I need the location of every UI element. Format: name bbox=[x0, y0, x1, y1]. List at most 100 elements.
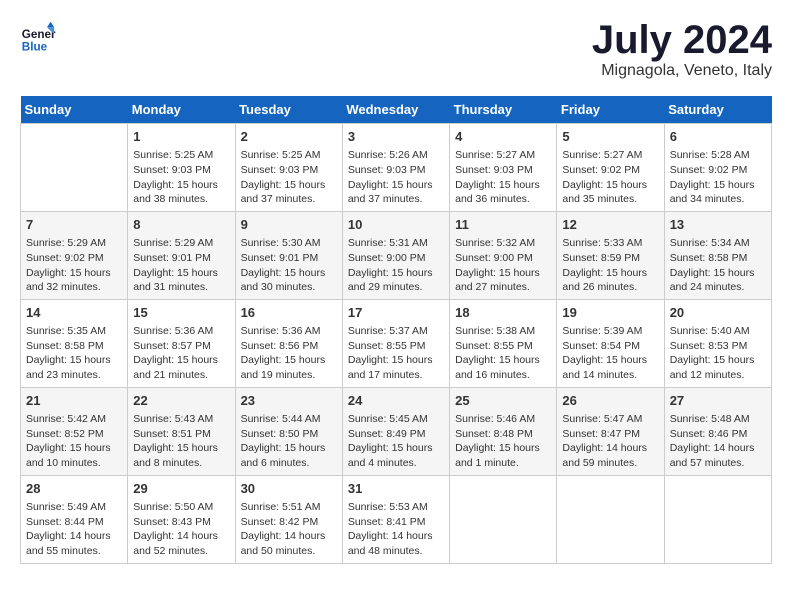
day-cell: 20 Sunrise: 5:40 AM Sunset: 8:53 PM Dayli… bbox=[664, 299, 771, 387]
column-header-saturday: Saturday bbox=[664, 96, 771, 124]
day-cell bbox=[557, 475, 664, 563]
week-row-2: 7 Sunrise: 5:29 AM Sunset: 9:02 PM Daylig… bbox=[21, 211, 772, 299]
day-info: Sunrise: 5:38 AM Sunset: 8:55 PM Dayligh… bbox=[455, 324, 551, 383]
day-number: 26 bbox=[562, 392, 658, 410]
day-cell: 6 Sunrise: 5:28 AM Sunset: 9:02 PM Daylig… bbox=[664, 124, 771, 212]
day-number: 9 bbox=[241, 216, 337, 234]
day-number: 6 bbox=[670, 128, 766, 146]
day-cell: 3Sunrise: 5:26 AM Sunset: 9:03 PM Daylig… bbox=[342, 124, 449, 212]
day-info: Sunrise: 5:40 AM Sunset: 8:53 PM Dayligh… bbox=[670, 324, 766, 383]
day-number: 11 bbox=[455, 216, 551, 234]
day-cell: 24Sunrise: 5:45 AM Sunset: 8:49 PM Dayli… bbox=[342, 387, 449, 475]
day-info: Sunrise: 5:51 AM Sunset: 8:42 PM Dayligh… bbox=[241, 500, 337, 559]
day-info: Sunrise: 5:27 AM Sunset: 9:03 PM Dayligh… bbox=[455, 148, 551, 207]
day-info: Sunrise: 5:34 AM Sunset: 8:58 PM Dayligh… bbox=[670, 236, 766, 295]
header: General Blue July 2024 Mignagola, Veneto… bbox=[20, 20, 772, 80]
day-info: Sunrise: 5:36 AM Sunset: 8:56 PM Dayligh… bbox=[241, 324, 337, 383]
day-number: 13 bbox=[670, 216, 766, 234]
week-row-4: 21Sunrise: 5:42 AM Sunset: 8:52 PM Dayli… bbox=[21, 387, 772, 475]
day-cell: 23 Sunrise: 5:44 AM Sunset: 8:50 PM Dayli… bbox=[235, 387, 342, 475]
day-number: 4 bbox=[455, 128, 551, 146]
day-info: Sunrise: 5:28 AM Sunset: 9:02 PM Dayligh… bbox=[670, 148, 766, 207]
column-header-wednesday: Wednesday bbox=[342, 96, 449, 124]
day-number: 16 bbox=[241, 304, 337, 322]
day-info: Sunrise: 5:36 AM Sunset: 8:57 PM Dayligh… bbox=[133, 324, 229, 383]
location-title: Mignagola, Veneto, Italy bbox=[592, 62, 772, 80]
day-number: 29 bbox=[133, 480, 229, 498]
day-info: Sunrise: 5:43 AM Sunset: 8:51 PM Dayligh… bbox=[133, 412, 229, 471]
day-cell: 28Sunrise: 5:49 AM Sunset: 8:44 PM Dayli… bbox=[21, 475, 128, 563]
day-cell: 16 Sunrise: 5:36 AM Sunset: 8:56 PM Dayli… bbox=[235, 299, 342, 387]
day-info: Sunrise: 5:45 AM Sunset: 8:49 PM Dayligh… bbox=[348, 412, 444, 471]
day-number: 18 bbox=[455, 304, 551, 322]
day-info: Sunrise: 5:33 AM Sunset: 8:59 PM Dayligh… bbox=[562, 236, 658, 295]
logo: General Blue bbox=[20, 20, 56, 56]
day-number: 21 bbox=[26, 392, 122, 410]
day-number: 2 bbox=[241, 128, 337, 146]
day-number: 3 bbox=[348, 128, 444, 146]
column-header-thursday: Thursday bbox=[450, 96, 557, 124]
day-cell: 5Sunrise: 5:27 AM Sunset: 9:02 PM Daylig… bbox=[557, 124, 664, 212]
day-info: Sunrise: 5:53 AM Sunset: 8:41 PM Dayligh… bbox=[348, 500, 444, 559]
day-number: 31 bbox=[348, 480, 444, 498]
column-header-monday: Monday bbox=[128, 96, 235, 124]
day-info: Sunrise: 5:48 AM Sunset: 8:46 PM Dayligh… bbox=[670, 412, 766, 471]
day-info: Sunrise: 5:25 AM Sunset: 9:03 PM Dayligh… bbox=[241, 148, 337, 207]
day-cell: 12 Sunrise: 5:33 AM Sunset: 8:59 PM Dayli… bbox=[557, 211, 664, 299]
day-number: 23 bbox=[241, 392, 337, 410]
header-row: SundayMondayTuesdayWednesdayThursdayFrid… bbox=[21, 96, 772, 124]
day-cell: 4 Sunrise: 5:27 AM Sunset: 9:03 PM Daylig… bbox=[450, 124, 557, 212]
day-cell: 7 Sunrise: 5:29 AM Sunset: 9:02 PM Daylig… bbox=[21, 211, 128, 299]
day-cell: 22 Sunrise: 5:43 AM Sunset: 8:51 PM Dayli… bbox=[128, 387, 235, 475]
day-cell: 19Sunrise: 5:39 AM Sunset: 8:54 PM Dayli… bbox=[557, 299, 664, 387]
day-number: 17 bbox=[348, 304, 444, 322]
day-info: Sunrise: 5:29 AM Sunset: 9:02 PM Dayligh… bbox=[26, 236, 122, 295]
calendar-table: SundayMondayTuesdayWednesdayThursdayFrid… bbox=[20, 96, 772, 564]
day-number: 12 bbox=[562, 216, 658, 234]
day-cell bbox=[21, 124, 128, 212]
day-cell: 17Sunrise: 5:37 AM Sunset: 8:55 PM Dayli… bbox=[342, 299, 449, 387]
day-number: 7 bbox=[26, 216, 122, 234]
day-number: 8 bbox=[133, 216, 229, 234]
month-title: July 2024 bbox=[592, 20, 772, 60]
day-cell: 10 Sunrise: 5:31 AM Sunset: 9:00 PM Dayli… bbox=[342, 211, 449, 299]
day-cell: 18 Sunrise: 5:38 AM Sunset: 8:55 PM Dayli… bbox=[450, 299, 557, 387]
day-info: Sunrise: 5:25 AM Sunset: 9:03 PM Dayligh… bbox=[133, 148, 229, 207]
svg-text:Blue: Blue bbox=[22, 41, 48, 54]
day-info: Sunrise: 5:44 AM Sunset: 8:50 PM Dayligh… bbox=[241, 412, 337, 471]
column-header-friday: Friday bbox=[557, 96, 664, 124]
title-area: July 2024 Mignagola, Veneto, Italy bbox=[592, 20, 772, 80]
day-cell: 1 Sunrise: 5:25 AM Sunset: 9:03 PM Daylig… bbox=[128, 124, 235, 212]
day-cell: 25 Sunrise: 5:46 AM Sunset: 8:48 PM Dayli… bbox=[450, 387, 557, 475]
day-info: Sunrise: 5:29 AM Sunset: 9:01 PM Dayligh… bbox=[133, 236, 229, 295]
day-number: 5 bbox=[562, 128, 658, 146]
column-header-tuesday: Tuesday bbox=[235, 96, 342, 124]
day-cell: 21Sunrise: 5:42 AM Sunset: 8:52 PM Dayli… bbox=[21, 387, 128, 475]
day-cell: 8 Sunrise: 5:29 AM Sunset: 9:01 PM Daylig… bbox=[128, 211, 235, 299]
day-number: 25 bbox=[455, 392, 551, 410]
day-info: Sunrise: 5:47 AM Sunset: 8:47 PM Dayligh… bbox=[562, 412, 658, 471]
day-number: 22 bbox=[133, 392, 229, 410]
day-number: 15 bbox=[133, 304, 229, 322]
day-cell: 26 Sunrise: 5:47 AM Sunset: 8:47 PM Dayli… bbox=[557, 387, 664, 475]
day-cell: 27 Sunrise: 5:48 AM Sunset: 8:46 PM Dayli… bbox=[664, 387, 771, 475]
day-cell: 13 Sunrise: 5:34 AM Sunset: 8:58 PM Dayli… bbox=[664, 211, 771, 299]
day-cell bbox=[664, 475, 771, 563]
day-number: 19 bbox=[562, 304, 658, 322]
day-number: 20 bbox=[670, 304, 766, 322]
day-info: Sunrise: 5:50 AM Sunset: 8:43 PM Dayligh… bbox=[133, 500, 229, 559]
day-number: 27 bbox=[670, 392, 766, 410]
day-cell: 9 Sunrise: 5:30 AM Sunset: 9:01 PM Daylig… bbox=[235, 211, 342, 299]
day-cell: 30 Sunrise: 5:51 AM Sunset: 8:42 PM Dayli… bbox=[235, 475, 342, 563]
day-info: Sunrise: 5:31 AM Sunset: 9:00 PM Dayligh… bbox=[348, 236, 444, 295]
day-number: 30 bbox=[241, 480, 337, 498]
day-info: Sunrise: 5:46 AM Sunset: 8:48 PM Dayligh… bbox=[455, 412, 551, 471]
column-header-sunday: Sunday bbox=[21, 96, 128, 124]
day-info: Sunrise: 5:35 AM Sunset: 8:58 PM Dayligh… bbox=[26, 324, 122, 383]
day-number: 10 bbox=[348, 216, 444, 234]
day-number: 14 bbox=[26, 304, 122, 322]
day-info: Sunrise: 5:30 AM Sunset: 9:01 PM Dayligh… bbox=[241, 236, 337, 295]
day-cell: 11Sunrise: 5:32 AM Sunset: 9:00 PM Dayli… bbox=[450, 211, 557, 299]
logo-icon: General Blue bbox=[20, 20, 56, 56]
day-number: 1 bbox=[133, 128, 229, 146]
